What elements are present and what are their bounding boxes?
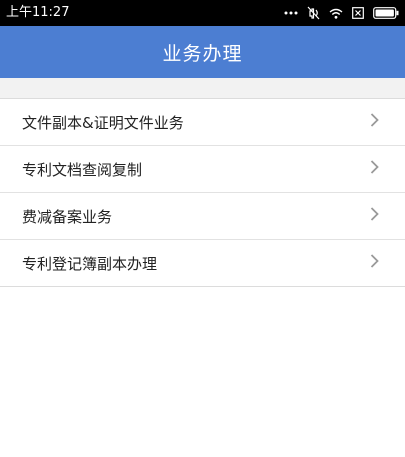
wifi-icon: [329, 8, 343, 19]
chevron-right-icon: [370, 113, 379, 132]
chevron-right-icon: [370, 254, 379, 273]
close-box-icon: [352, 7, 364, 19]
dots-icon: [284, 11, 298, 15]
chevron-right-icon: [370, 207, 379, 226]
chevron-right-icon: [370, 160, 379, 179]
status-icons: [284, 0, 399, 26]
menu-item-label: 专利文档查阅复制: [22, 160, 143, 179]
battery-icon: [373, 7, 399, 19]
menu-item-label: 专利登记簿副本办理: [22, 254, 158, 273]
menu-item-label: 费减备案业务: [22, 207, 113, 226]
status-time: 上午11:27: [6, 5, 70, 20]
business-menu: 文件副本&证明文件业务 专利文档查阅复制 费减备案业务 专利登记簿副本办理: [0, 98, 405, 287]
menu-item-document-copy[interactable]: 文件副本&证明文件业务: [0, 99, 405, 145]
status-bar: 上午11:27: [0, 0, 405, 26]
section-gap: [0, 78, 405, 98]
menu-item-patent-document-review[interactable]: 专利文档查阅复制: [0, 145, 405, 192]
menu-item-register-copy[interactable]: 专利登记簿副本办理: [0, 239, 405, 286]
mute-icon: [307, 6, 320, 20]
page-title: 业务办理: [162, 42, 243, 65]
menu-item-fee-reduction[interactable]: 费减备案业务: [0, 192, 405, 239]
app-header: 业务办理: [0, 26, 405, 78]
empty-content-area: [0, 287, 405, 457]
menu-item-label: 文件副本&证明文件业务: [22, 113, 184, 132]
